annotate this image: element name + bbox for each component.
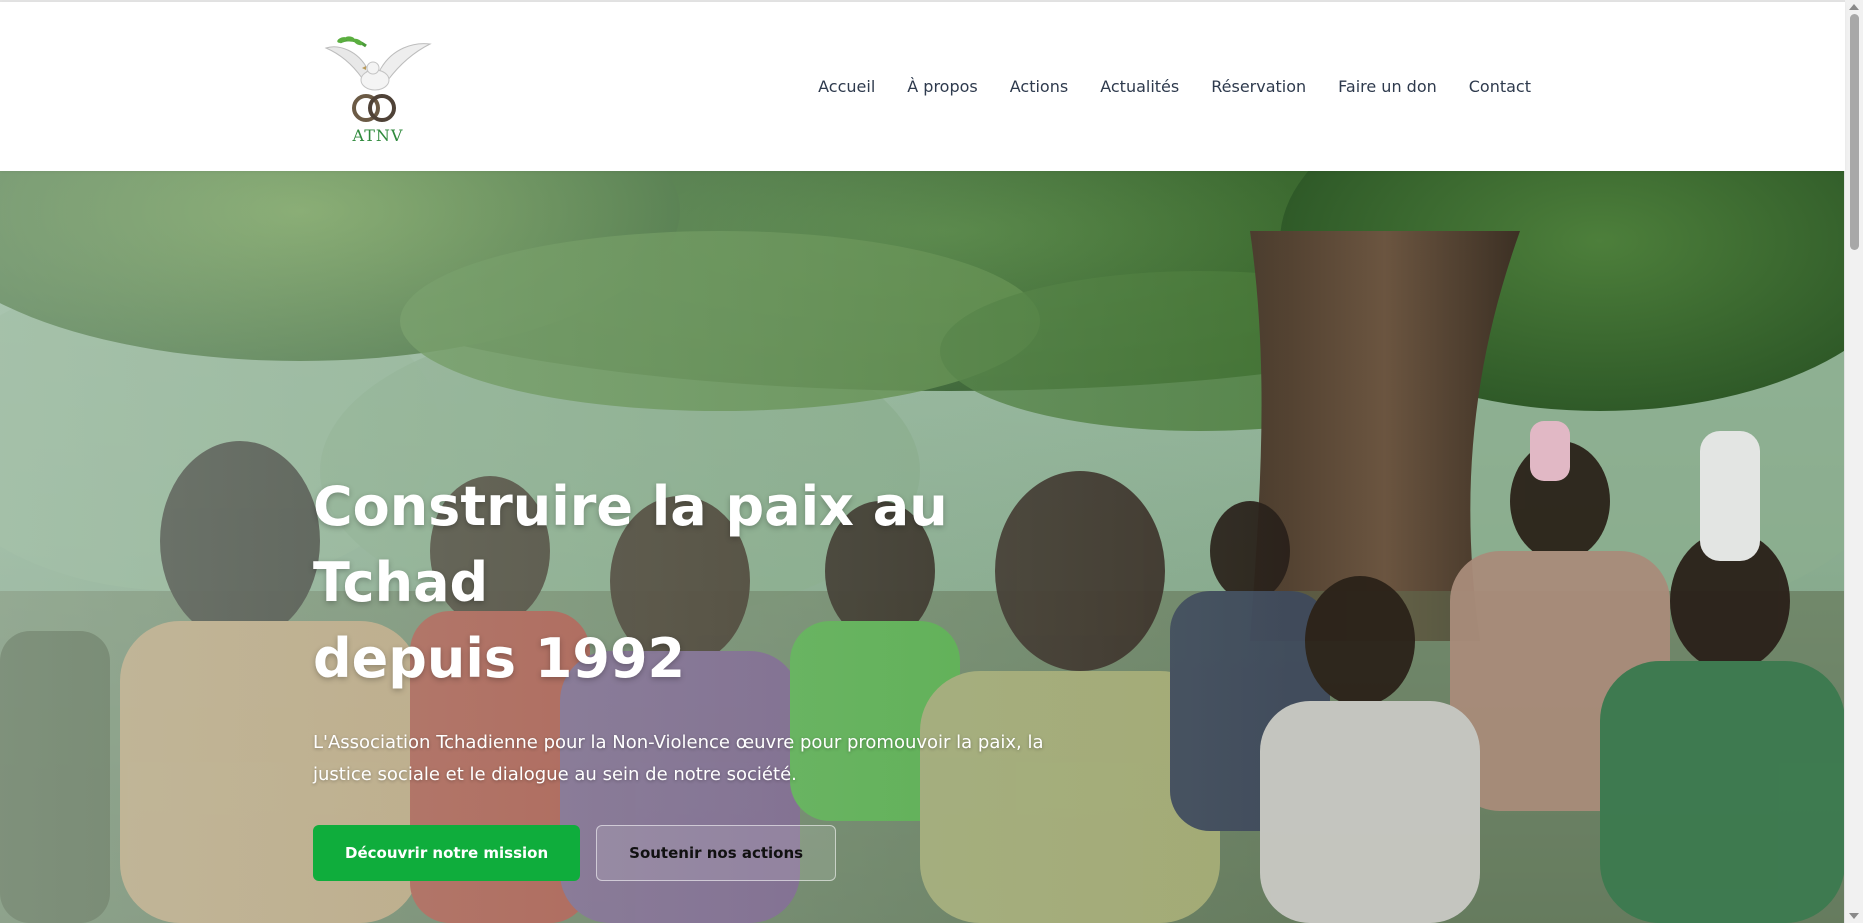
nav-item-actualites[interactable]: Actualités <box>1100 77 1179 96</box>
hero-content: Construire la paix au Tchad depuis 1992 … <box>313 469 1113 881</box>
page-scrollbar[interactable] <box>1844 0 1863 923</box>
scrollbar-thumb[interactable] <box>1850 14 1859 250</box>
nav-item-reservation[interactable]: Réservation <box>1211 77 1306 96</box>
nav-item-contact[interactable]: Contact <box>1469 77 1531 96</box>
hero-description: L'Association Tchadienne pour la Non-Vio… <box>313 732 1044 785</box>
nav-item-a-propos[interactable]: À propos <box>907 77 977 96</box>
nav-item-faire-un-don[interactable]: Faire un don <box>1338 77 1437 96</box>
page: ATNV Accueil À propos Actions Actualités… <box>0 0 1863 923</box>
hero-title-line2: depuis 1992 <box>313 627 686 690</box>
scroll-up-icon[interactable] <box>1849 4 1859 10</box>
hero-title: Construire la paix au Tchad depuis 1992 <box>313 469 1113 697</box>
dove-with-rings-icon <box>324 36 432 122</box>
hero-section: Construire la paix au Tchad depuis 1992 … <box>0 171 1845 923</box>
scroll-down-icon[interactable] <box>1849 913 1859 919</box>
support-actions-button[interactable]: Soutenir nos actions <box>596 825 837 881</box>
site-logo[interactable]: ATNV <box>318 30 438 150</box>
hero-actions: Découvrir notre mission Soutenir nos act… <box>313 825 1113 881</box>
nav-item-actions[interactable]: Actions <box>1010 77 1068 96</box>
site-header: ATNV Accueil À propos Actions Actualités… <box>0 2 1845 171</box>
logo-text: ATNV <box>352 126 404 145</box>
nav-item-accueil[interactable]: Accueil <box>818 77 875 96</box>
main-navigation: Accueil À propos Actions Actualités Rése… <box>786 2 1531 171</box>
discover-mission-button[interactable]: Découvrir notre mission <box>313 825 581 881</box>
hero-title-line1: Construire la paix au Tchad <box>313 475 948 614</box>
